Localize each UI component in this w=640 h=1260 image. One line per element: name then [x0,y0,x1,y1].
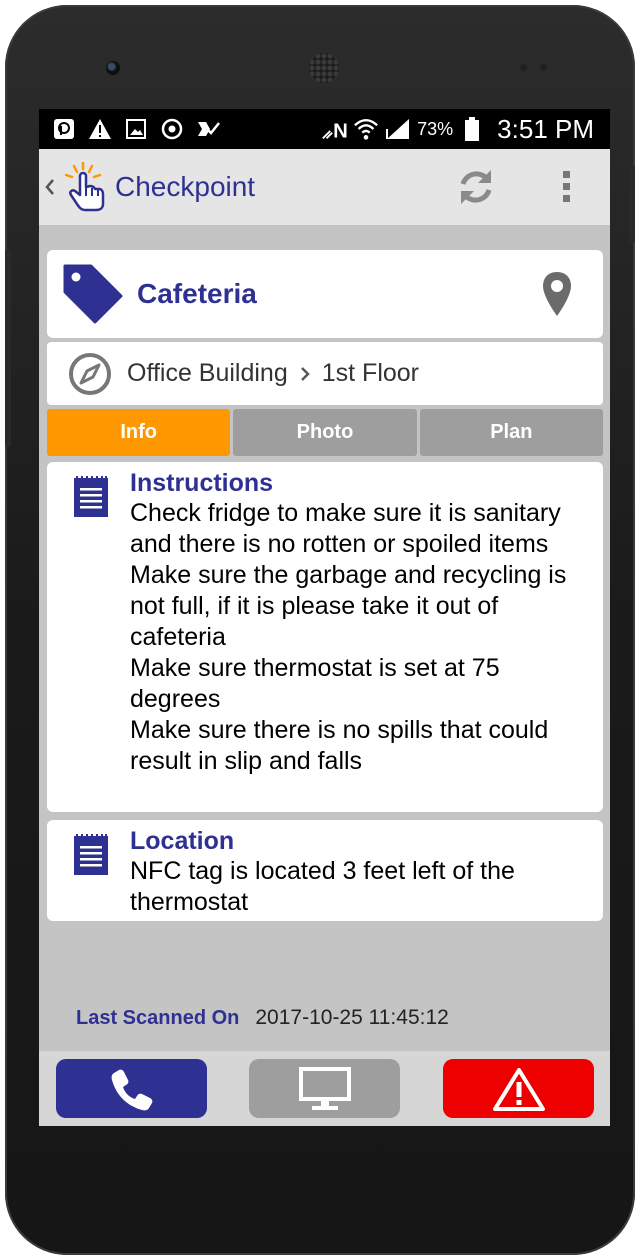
monitor-button[interactable] [249,1059,400,1118]
location-path: Office Building 1st Floor [47,342,603,405]
notepad-icon [74,834,108,875]
volume-button [5,249,11,447]
alert-button[interactable] [443,1059,594,1118]
call-button[interactable] [56,1059,207,1118]
image-icon [123,116,149,142]
signal-icon [385,116,411,142]
wifi-icon [353,116,379,142]
chevron-right-icon [300,366,310,381]
status-bar: N 73% 3:51 PM [39,109,610,149]
tab-info[interactable]: Info [47,409,231,456]
instructions-body: Check fridge to make sure it is sanitary… [130,498,590,777]
screen: N 73% 3:51 PM Checkpoint Cafeteria Offic… [39,109,610,1126]
tag-icon [63,264,123,324]
checkpoint-header: Cafeteria [47,250,603,338]
instruction-line: Make sure the garbage and recycling is n… [130,561,567,651]
earpiece-speaker [307,51,341,85]
svg-text:N: N [333,120,347,141]
app-bar: Checkpoint [39,149,610,225]
back-chevron-icon[interactable] [43,177,57,197]
instruction-line: Make sure thermostat is set at 75 degree… [130,654,500,713]
checkpoint-name: Cafeteria [137,278,257,309]
location-title: Location [130,827,235,855]
path-building: Office Building [127,359,288,387]
instructions-section: Instructions Check fridge to make sure i… [47,462,603,812]
phone-frame: N 73% 3:51 PM Checkpoint Cafeteria Offic… [5,5,635,1255]
alert-triangle-icon [492,1067,545,1111]
instructions-title: Instructions [130,469,274,497]
nfc-icon: N [321,116,347,142]
notepad-icon [74,476,108,517]
path-floor: 1st Floor [321,359,420,387]
check-task-icon [195,116,221,142]
location-text: NFC tag is located 3 feet left of the th… [130,857,515,916]
power-button [629,165,635,243]
bottom-action-bar [39,1051,610,1126]
light-sensor [540,64,547,71]
map-pin-icon[interactable] [541,270,573,318]
instruction-line: Check fridge to make sure it is sanitary… [130,499,561,558]
monitor-icon [298,1066,351,1110]
compass-icon [69,352,111,395]
refresh-icon[interactable] [455,166,497,208]
tab-photo[interactable]: Photo [233,409,417,456]
battery-icon [459,116,485,142]
app-title: Checkpoint [115,171,256,202]
sync-circle-icon [159,116,185,142]
last-scanned: Last Scanned On 2017-10-25 11:45:12 [76,1006,449,1030]
overflow-menu-icon[interactable] [554,169,578,205]
pocket-icon [51,116,77,142]
front-camera [106,61,120,75]
battery-percent: 73% [417,118,454,139]
warning-icon [87,116,113,142]
last-scanned-label: Last Scanned On [76,1007,240,1029]
clock: 3:51 PM [497,113,594,144]
location-section: Location NFC tag is located 3 feet left … [47,820,603,921]
last-scanned-value: 2017-10-25 11:45:12 [255,1006,449,1029]
instruction-line: Make sure there is no spills that could … [130,716,549,775]
tab-plan[interactable]: Plan [419,409,603,456]
app-logo-icon[interactable] [63,162,107,212]
tab-bar: Info Photo Plan [47,409,603,456]
phone-icon [111,1069,152,1110]
proximity-sensor [520,64,527,71]
